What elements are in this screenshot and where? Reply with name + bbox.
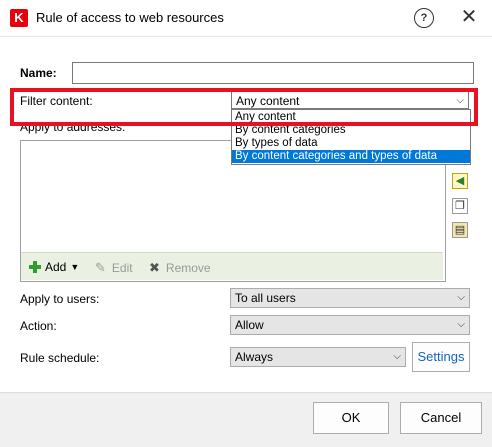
paste-icon[interactable]: ▤: [452, 222, 468, 238]
apply-to-users-value: To all users: [235, 291, 296, 305]
pencil-icon: ✎: [95, 260, 106, 275]
name-label: Name:: [20, 66, 57, 80]
close-button[interactable]: ✕: [458, 6, 480, 28]
filter-option-content-categories[interactable]: By content categories: [232, 124, 470, 137]
rule-schedule-label: Rule schedule:: [20, 351, 100, 365]
apply-to-users-label: Apply to users:: [20, 292, 100, 306]
filter-content-select[interactable]: Any content ⌵: [231, 91, 469, 109]
ok-button[interactable]: OK: [313, 402, 389, 434]
help-button[interactable]: ?: [414, 8, 434, 28]
filter-content-label: Filter content:: [20, 94, 93, 108]
filter-option-any-content[interactable]: Any content: [232, 111, 470, 124]
chevron-down-icon: ⌵: [393, 351, 401, 362]
filter-option-types-of-data[interactable]: By types of data: [232, 137, 470, 150]
rule-schedule-select[interactable]: Always ⌵: [230, 347, 406, 367]
addresses-toolbar: Add ▼ ✎ Edit ✖ Remove: [21, 252, 443, 280]
kaspersky-logo-icon: K: [10, 9, 28, 27]
add-label: Add: [45, 260, 67, 274]
apply-to-addresses-label: Apply to addresses:: [20, 120, 126, 134]
rule-schedule-value: Always: [235, 350, 274, 364]
name-input[interactable]: [72, 62, 474, 84]
remove-label: Remove: [165, 261, 211, 275]
filter-content-value: Any content: [236, 94, 300, 108]
remove-x-icon: ✖: [149, 260, 160, 275]
chevron-down-icon: ⌵: [457, 319, 465, 330]
add-button[interactable]: Add ▼: [29, 260, 79, 274]
window-title: Rule of access to web resources: [36, 10, 224, 25]
settings-button[interactable]: Settings: [412, 342, 470, 372]
move-up-icon[interactable]: ◀: [452, 173, 468, 189]
copy-icon[interactable]: ❐: [452, 198, 468, 214]
remove-button[interactable]: ✖ Remove: [149, 260, 211, 276]
action-value: Allow: [235, 318, 264, 332]
chevron-down-icon: ⌵: [457, 292, 465, 303]
plus-icon: [29, 261, 41, 273]
chevron-down-icon: ⌵: [456, 95, 464, 106]
apply-to-users-select[interactable]: To all users ⌵: [230, 288, 470, 308]
edit-label: Edit: [111, 261, 133, 275]
caret-down-icon: ▼: [70, 262, 80, 272]
filter-content-dropdown: Any content By content categories By typ…: [231, 109, 471, 165]
filter-option-categories-and-types[interactable]: By content categories and types of data: [232, 150, 470, 163]
action-select[interactable]: Allow ⌵: [230, 315, 470, 335]
cancel-button[interactable]: Cancel: [400, 402, 482, 434]
edit-button[interactable]: ✎ Edit: [95, 260, 133, 276]
action-label: Action:: [20, 319, 57, 333]
